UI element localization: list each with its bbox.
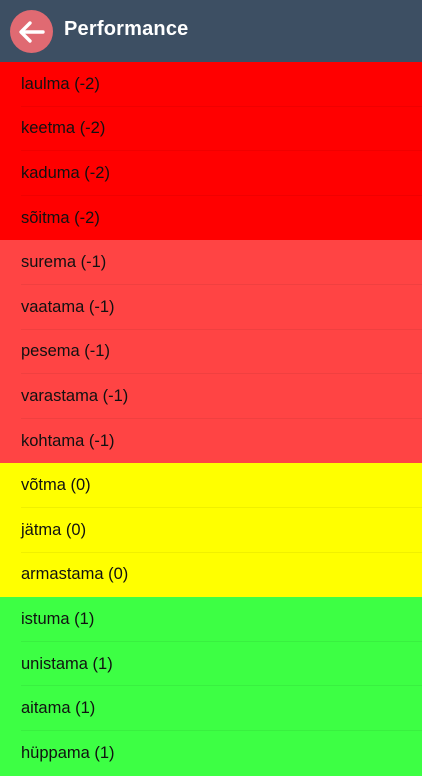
list-item[interactable]: hüppama (1) [0, 730, 422, 776]
list-item[interactable]: unistama (1) [0, 641, 422, 687]
list-item[interactable]: kohtama (-1) [0, 418, 422, 464]
list-item[interactable]: surema (-1) [0, 240, 422, 285]
list-item-label: istuma (1) [21, 609, 95, 628]
list-item-label: varastama (-1) [21, 386, 129, 405]
list-item[interactable]: istuma (1) [0, 597, 422, 642]
list-item-label: pesema (-1) [21, 342, 110, 361]
list-item-label: unistama (1) [21, 654, 113, 673]
list-item[interactable]: kaduma (-2) [0, 151, 422, 196]
list-item-label: hüppama (1) [21, 743, 115, 762]
list-item[interactable]: vaatama (-1) [0, 284, 422, 330]
list-item[interactable]: pesema (-1) [0, 329, 422, 375]
arrow-left-icon [18, 20, 45, 43]
list-item[interactable]: aitama (1) [0, 686, 422, 731]
back-button[interactable] [10, 10, 53, 53]
list-item-label: võtma (0) [21, 476, 91, 495]
list-item-label: keetma (-2) [21, 119, 106, 138]
list-item-label: sõitma (-2) [21, 208, 100, 227]
list-item-label: vaatama (-1) [21, 297, 115, 316]
list-item-label: jätma (0) [21, 520, 87, 539]
list-item-label: laulma (-2) [21, 74, 100, 93]
list-item-label: armastama (0) [21, 565, 129, 584]
list-item[interactable]: võtma (0) [0, 463, 422, 508]
list-item-label: aitama (1) [21, 699, 96, 718]
list-item-label: surema (-1) [21, 253, 107, 272]
nav-bar: Performance [0, 0, 422, 62]
list-item[interactable]: sõitma (-2) [0, 195, 422, 241]
list-item-label: kaduma (-2) [21, 163, 110, 182]
list-item[interactable]: varastama (-1) [0, 374, 422, 419]
page-title: Performance [64, 18, 189, 40]
list-item-label: kohtama (-1) [21, 431, 115, 450]
list-item[interactable]: jätma (0) [0, 507, 422, 553]
list-item[interactable]: laulma (-2) [0, 62, 422, 107]
list-item[interactable]: armastama (0) [0, 552, 422, 598]
list-item[interactable]: keetma (-2) [0, 106, 422, 152]
performance-list: laulma (-2) keetma (-2) kaduma (-2) sõitma … [0, 62, 422, 776]
